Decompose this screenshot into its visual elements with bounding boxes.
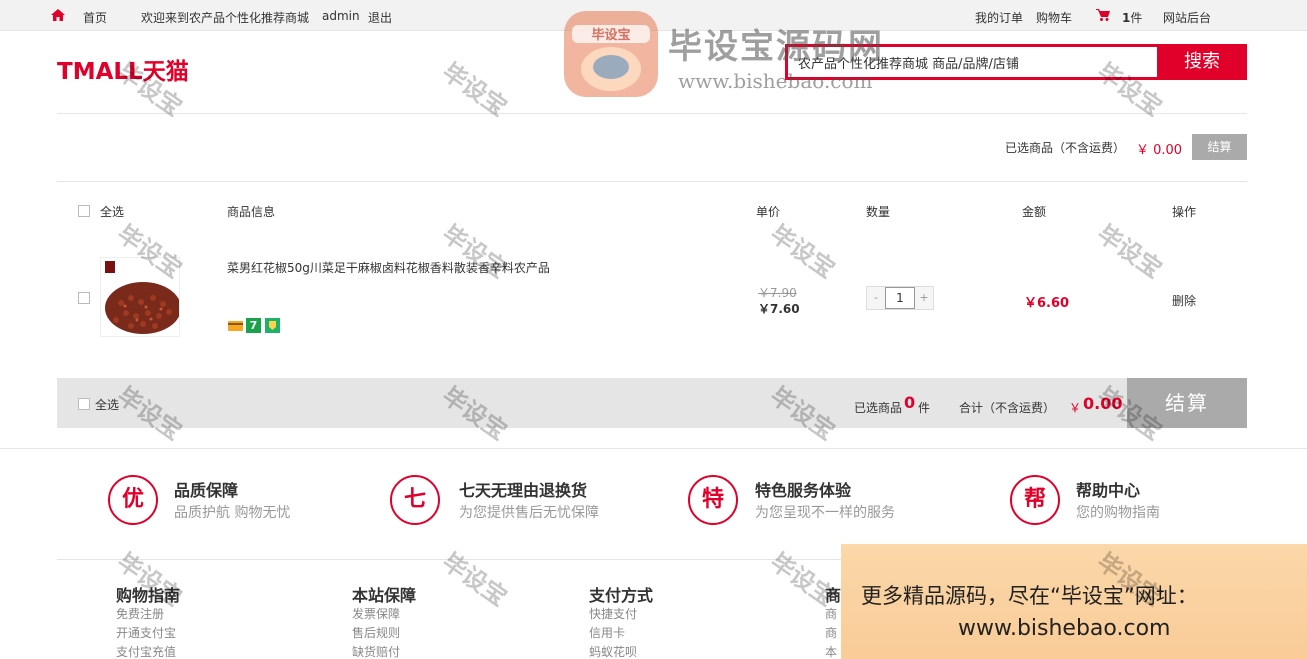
- increase-quantity-button[interactable]: +: [915, 287, 933, 309]
- home-link[interactable]: 首页: [83, 9, 107, 26]
- promo-banner-text: 更多精品源码，尽在“毕设宝”网址：: [861, 584, 1198, 608]
- guarantee-title: 七天无理由退换货: [459, 481, 588, 500]
- header-unit-price: 单价: [756, 205, 781, 219]
- guarantee-subtitle: 为您提供售后无忧保障: [459, 505, 599, 521]
- guarantee-subtitle: 您的购物指南: [1076, 505, 1160, 521]
- my-orders-link[interactable]: 我的订单: [975, 9, 1023, 26]
- top-bar: 首页 欢迎来到农产品个性化推荐商城 admin 退出 我的订单 购物车 1件 网…: [0, 0, 1307, 31]
- footer-link[interactable]: 免费注册: [116, 605, 164, 622]
- item-amount: ￥6.60: [1024, 296, 1070, 311]
- product-image[interactable]: [100, 257, 180, 337]
- delete-item-link[interactable]: 删除: [1172, 292, 1196, 309]
- seven-day-return-badge-icon: 7: [246, 318, 261, 333]
- footer-link[interactable]: 发票保障: [352, 605, 400, 622]
- footer-link[interactable]: 开通支付宝: [116, 624, 176, 641]
- quantity-input[interactable]: 1: [885, 287, 915, 309]
- watermark-text: 毕设宝: [437, 57, 513, 122]
- guarantee-title: 品质保障: [174, 481, 239, 500]
- peppercorn-image: [101, 258, 179, 336]
- watermark-text: 毕设宝: [437, 547, 513, 612]
- footer-link[interactable]: 支付宝充值: [116, 643, 176, 659]
- product-name-link[interactable]: 菜男红花椒50g川菜足干麻椒卤料花椒香料散装香辛料农产品: [227, 259, 550, 276]
- guarantee-badge-icon: [265, 318, 280, 333]
- footer-link[interactable]: 商: [825, 605, 837, 622]
- search-box[interactable]: [785, 44, 1157, 80]
- promo-price: ￥7.60: [758, 302, 800, 316]
- divider: [0, 448, 1307, 449]
- footer-link[interactable]: 售后规则: [352, 624, 400, 641]
- original-price: ￥7.90: [758, 286, 797, 300]
- selected-count-unit: 件: [918, 401, 931, 415]
- footer-title-shopping-guide: 购物指南: [116, 586, 181, 605]
- promo-banner[interactable]: 更多精品源码，尽在“毕设宝”网址： www.bishebao.com: [841, 544, 1307, 659]
- quality-icon: 优: [108, 475, 158, 525]
- select-all-bottom-checkbox[interactable]: [78, 398, 90, 410]
- total-label: 合计（不含运费）: [959, 401, 1056, 415]
- home-icon[interactable]: [51, 9, 65, 21]
- quantity-stepper[interactable]: - 1 +: [866, 286, 934, 310]
- header-product-info: 商品信息: [227, 205, 276, 219]
- footer-link[interactable]: 快捷支付: [589, 605, 637, 622]
- guarantee-title: 特色服务体验: [755, 481, 852, 500]
- divider: [57, 181, 1247, 182]
- select-all-label: 全选: [100, 205, 125, 219]
- footer-title-payment: 支付方式: [589, 586, 654, 605]
- settle-button-top[interactable]: 结算: [1192, 134, 1247, 160]
- guarantee-subtitle: 品质护航 购物无忧: [174, 505, 291, 521]
- seven-day-icon: 七: [390, 475, 440, 525]
- select-all-bottom-label: 全选: [95, 398, 120, 412]
- cart-link[interactable]: 购物车: [1036, 9, 1072, 26]
- item-checkbox[interactable]: [78, 292, 90, 304]
- username-link[interactable]: admin: [322, 9, 360, 23]
- footer-link[interactable]: 商: [825, 624, 837, 641]
- decrease-quantity-button[interactable]: -: [867, 287, 885, 309]
- footer-link[interactable]: 蚂蚁花呗: [589, 643, 637, 659]
- promo-banner-url[interactable]: www.bishebao.com: [958, 616, 1170, 641]
- divider: [57, 113, 1247, 114]
- select-all-checkbox[interactable]: [78, 205, 90, 217]
- admin-panel-link[interactable]: 网站后台: [1163, 9, 1211, 26]
- selected-summary-label: 已选商品（不含运费）: [1005, 141, 1126, 155]
- logout-link[interactable]: 退出: [368, 9, 392, 26]
- footer-link[interactable]: 信用卡: [589, 624, 625, 641]
- watermark-text: 毕设宝: [1092, 219, 1168, 284]
- welcome-text: 欢迎来到农产品个性化推荐商城: [141, 11, 310, 25]
- header-operation: 操作: [1172, 205, 1197, 219]
- special-service-icon: 特: [688, 475, 738, 525]
- footer-title-merchant: 商: [825, 586, 842, 605]
- header-quantity: 数量: [866, 205, 891, 219]
- watermark-text: 毕设宝: [765, 219, 841, 284]
- cart-count[interactable]: 1件: [1122, 9, 1142, 26]
- cart-footer-bar: 全选 已选商品 0 件 合计（不含运费） ￥ 0.00: [57, 378, 1247, 428]
- guarantee-subtitle: 为您呈现不一样的服务: [755, 505, 895, 521]
- header-amount: 金额: [1022, 205, 1047, 219]
- search-button[interactable]: 搜索: [1157, 44, 1247, 80]
- selected-count: 0: [904, 393, 916, 412]
- selected-summary-price: ￥ 0.00: [1136, 143, 1183, 158]
- selected-count-prefix: 已选商品: [854, 401, 903, 415]
- footer-title-site-guarantee: 本站保障: [352, 586, 417, 605]
- credit-card-badge-icon: [228, 321, 243, 331]
- help-center-icon: 帮: [1010, 475, 1060, 525]
- total-amount: 0.00: [1083, 394, 1123, 413]
- settle-button[interactable]: 结算: [1127, 378, 1247, 428]
- footer-link[interactable]: 缺货赔付: [352, 643, 400, 659]
- total-currency: ￥: [1069, 401, 1082, 415]
- guarantee-title: 帮助中心: [1076, 481, 1141, 500]
- footer-link[interactable]: 本: [825, 643, 837, 659]
- cart-icon[interactable]: [1096, 9, 1110, 21]
- search-input[interactable]: [788, 47, 1157, 77]
- tmall-logo[interactable]: TMALL天猫: [57, 52, 189, 86]
